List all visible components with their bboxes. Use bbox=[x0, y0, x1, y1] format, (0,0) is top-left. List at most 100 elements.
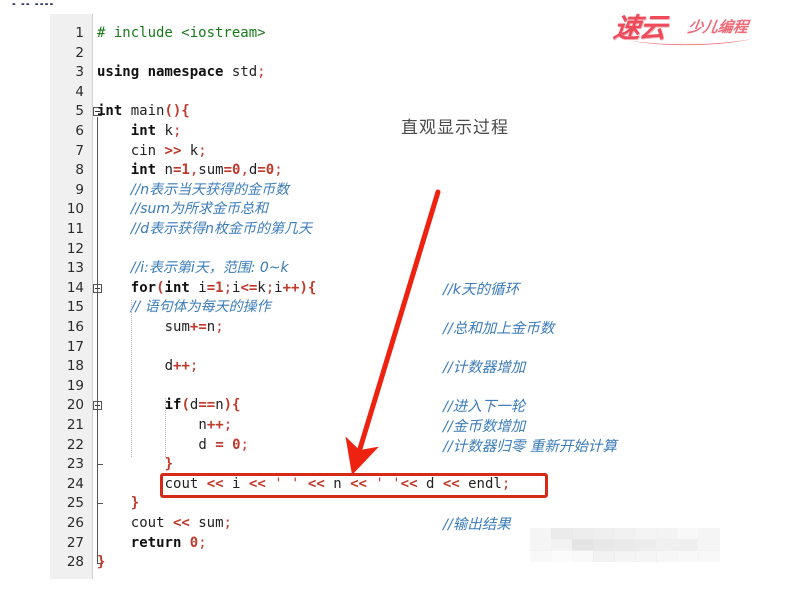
code-token: ; bbox=[257, 64, 266, 81]
logo-swoosh-icon bbox=[626, 39, 752, 46]
code-line[interactable]: int k; bbox=[131, 122, 182, 142]
code-line[interactable]: } bbox=[97, 553, 105, 573]
code-token: cout bbox=[130, 515, 173, 531]
code-line[interactable]: cin >> k; bbox=[131, 142, 207, 162]
code-token: i bbox=[274, 279, 283, 296]
code-token: = bbox=[223, 162, 232, 179]
line-number: 15 bbox=[66, 299, 84, 316]
code-line[interactable]: d = 0; bbox=[198, 436, 249, 456]
code-token: sum bbox=[198, 162, 224, 179]
code-token: if bbox=[164, 397, 182, 414]
side-comment: //计数器增加 bbox=[443, 360, 526, 377]
logo-sub-text: 少儿编程 bbox=[686, 18, 750, 36]
mosaic-block bbox=[635, 550, 657, 562]
brand-logo: 速云 少儿编程 bbox=[611, 4, 774, 50]
code-token: == bbox=[198, 397, 216, 414]
code-token: ++ bbox=[282, 279, 300, 296]
line-number: 6 bbox=[75, 123, 84, 139]
code-line[interactable]: } bbox=[165, 455, 173, 475]
code-token: = bbox=[206, 279, 216, 296]
indent-guide bbox=[164, 398, 166, 458]
line-number: 13 bbox=[66, 260, 84, 277]
code-line[interactable]: sum+=n; bbox=[165, 318, 224, 338]
code-line[interactable]: n++; bbox=[198, 416, 232, 436]
code-token: for bbox=[130, 279, 157, 296]
code-token: , bbox=[240, 162, 249, 179]
line-number: 4 bbox=[75, 83, 84, 100]
code-token: k bbox=[156, 123, 173, 139]
line-number: 12 bbox=[66, 240, 84, 257]
code-token: } bbox=[164, 456, 174, 473]
code-token: int bbox=[130, 162, 157, 179]
code-line[interactable]: if(d==n){ bbox=[165, 396, 241, 416]
mosaic-block bbox=[677, 550, 699, 562]
code-token: 0 bbox=[181, 534, 199, 551]
code-token: # include <iostream> bbox=[97, 25, 266, 41]
line-number: 10 bbox=[66, 201, 84, 218]
side-comment: //输出结果 bbox=[443, 517, 511, 533]
code-token: 1 bbox=[181, 162, 190, 179]
code-token: = bbox=[257, 162, 266, 179]
code-token: } bbox=[130, 495, 140, 512]
code-line[interactable]: cout << sum; bbox=[131, 514, 232, 534]
line-number: 28 bbox=[66, 554, 84, 571]
code-line[interactable]: using namespace std; bbox=[97, 63, 266, 83]
inline-comment: //n表示当天获得的金币数 bbox=[130, 181, 290, 198]
code-token: d bbox=[164, 358, 174, 375]
line-number: 24 bbox=[66, 475, 84, 492]
code-line[interactable]: d++; bbox=[165, 357, 199, 377]
line-number: 7 bbox=[75, 142, 84, 159]
code-token: k bbox=[181, 142, 199, 159]
line-number: 3 bbox=[75, 64, 84, 81]
inline-comment: //i:表示第i天，范围: 0~k bbox=[130, 260, 289, 277]
code-token: ){ bbox=[299, 279, 317, 296]
code-token: 1 bbox=[215, 279, 224, 296]
code-token: <= bbox=[240, 279, 258, 296]
mosaic-block bbox=[551, 550, 573, 562]
toolbar-remnant: ▪ ▪▪ ▪▪▪▪ bbox=[12, 0, 68, 5]
line-number-gutter: 1 2 3 4 5 6 7 8 9 10 11 12 13 14 15 16 17 18 19 20 21 22 23 24 2… bbox=[50, 14, 93, 579]
line-number: 27 bbox=[66, 534, 84, 551]
code-token: ; bbox=[198, 142, 207, 159]
line-number: 9 bbox=[75, 181, 84, 198]
code-token: n bbox=[206, 319, 216, 335]
side-comment: //金币数增加 bbox=[443, 419, 526, 435]
code-token: ; bbox=[274, 162, 283, 179]
code-token: int bbox=[130, 123, 157, 139]
code-token: n bbox=[156, 162, 173, 179]
code-token: std bbox=[223, 64, 258, 81]
code-token: ; bbox=[223, 279, 232, 296]
code-line[interactable]: for(int i=1;i<=k;i++){ bbox=[131, 279, 317, 299]
line-number: 22 bbox=[66, 436, 84, 453]
code-line[interactable]: int n=1,sum=0,d=0; bbox=[131, 161, 283, 181]
code-token: ( bbox=[156, 279, 165, 296]
code-token: << bbox=[172, 515, 190, 531]
code-line[interactable]: return 0; bbox=[131, 534, 207, 554]
line-number: 11 bbox=[66, 221, 84, 237]
code-token: d bbox=[198, 436, 216, 453]
mosaic-block bbox=[572, 550, 594, 562]
code-token: ; bbox=[240, 436, 249, 453]
side-comment: //计数器归零 重新开始计算 bbox=[443, 438, 617, 455]
code-token: return bbox=[130, 534, 182, 551]
code-line[interactable]: } bbox=[131, 494, 139, 514]
code-token: n bbox=[215, 397, 224, 414]
inline-comment: //sum为所求金币总和 bbox=[130, 201, 269, 218]
line-number: 1 bbox=[75, 25, 84, 41]
code-token: int bbox=[164, 279, 190, 296]
annotation-title: 直观显示过程 bbox=[401, 118, 509, 138]
code-token: , bbox=[189, 162, 199, 179]
code-line[interactable]: int main(){ bbox=[97, 102, 190, 122]
code-token: ( bbox=[181, 397, 190, 414]
code-line[interactable]: # include <iostream> bbox=[97, 24, 266, 44]
indent-guide bbox=[130, 300, 132, 458]
code-token: >> bbox=[164, 142, 182, 159]
code-token: sum bbox=[164, 319, 190, 335]
code-token: ; bbox=[172, 123, 182, 139]
inline-comment: //d表示获得n枚金币的第几天 bbox=[130, 221, 312, 237]
line-number: 17 bbox=[66, 338, 84, 355]
code-token: ++ bbox=[173, 358, 190, 375]
mosaic-block bbox=[698, 550, 720, 562]
line-number: 5 bbox=[75, 103, 84, 120]
code-token: using namespace bbox=[97, 64, 224, 81]
